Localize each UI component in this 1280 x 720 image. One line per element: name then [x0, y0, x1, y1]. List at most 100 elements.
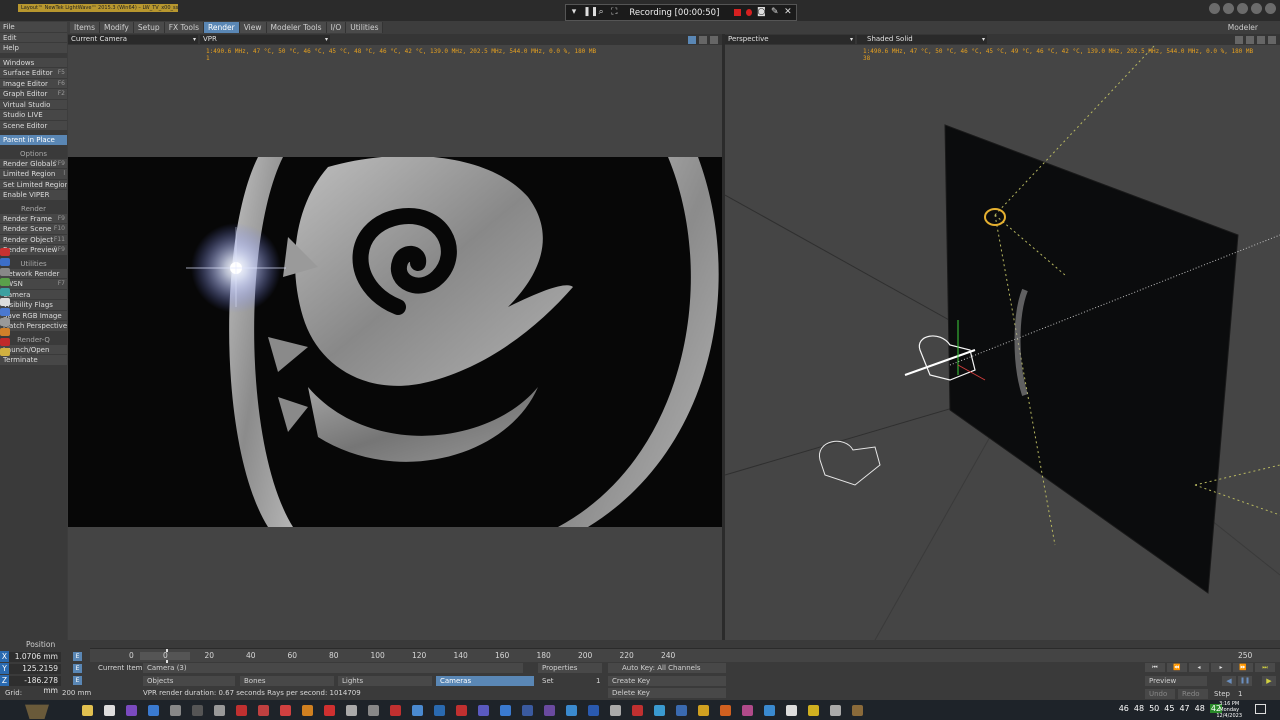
app-n-icon[interactable]: [104, 704, 115, 716]
tool-icon-teal[interactable]: [0, 288, 10, 296]
app-icon-5[interactable]: [214, 704, 225, 716]
settings-icon[interactable]: [1237, 3, 1248, 14]
go-start-icon[interactable]: ⏮: [1145, 663, 1165, 672]
delete-key-button[interactable]: Delete Key: [608, 688, 726, 698]
y-value-field[interactable]: 125.2159 mm: [9, 663, 61, 683]
tool-icon-red[interactable]: [0, 248, 10, 256]
tab-render[interactable]: Render: [204, 22, 240, 33]
pause-icon[interactable]: ❚❚: [583, 8, 598, 17]
tool-icon-blue2[interactable]: [0, 308, 10, 316]
step-value[interactable]: 1: [1238, 690, 1242, 698]
chevron-down-icon[interactable]: ▾: [570, 8, 578, 17]
tab-modify[interactable]: Modify: [99, 22, 134, 33]
app-icon-12[interactable]: [368, 704, 379, 716]
folder-icon[interactable]: [82, 704, 93, 716]
app-icon-20[interactable]: [544, 704, 555, 716]
pause-playback-icon[interactable]: ❚❚: [1238, 676, 1252, 686]
app-icon-17[interactable]: [478, 704, 489, 716]
app-icon-1[interactable]: [126, 704, 137, 716]
app-icon-34[interactable]: [852, 704, 863, 716]
app-icon-30[interactable]: [764, 704, 775, 716]
viewport-camera-icon[interactable]: [688, 35, 696, 44]
stop-record-icon[interactable]: [734, 9, 741, 16]
bones-button[interactable]: Bones: [240, 676, 334, 686]
tab-i-o[interactable]: I/O: [326, 22, 347, 33]
prev-key-icon[interactable]: ⏪: [1167, 663, 1187, 672]
go-end-icon[interactable]: ⏭: [1255, 663, 1275, 672]
close-icon[interactable]: ✕: [784, 8, 792, 17]
menu-item-render-scene[interactable]: Render Scene F10: [0, 224, 67, 235]
app-icon-25[interactable]: [654, 704, 665, 716]
menu-item-graph-editor[interactable]: Graph Editor F2: [0, 89, 67, 100]
parent-in-place-button[interactable]: Parent in Place: [0, 135, 67, 146]
menu-item-file[interactable]: File: [0, 22, 67, 33]
play-reverse-icon[interactable]: ◀: [1222, 676, 1236, 686]
menu-item-virtual-studio[interactable]: Virtual Studio: [0, 99, 67, 110]
tool-icon-red2[interactable]: [0, 338, 10, 346]
perspective-viewport[interactable]: [725, 45, 1280, 640]
minimize-icon[interactable]: [1209, 3, 1220, 14]
prev-frame-icon[interactable]: ◂: [1189, 663, 1209, 672]
app-icon-21[interactable]: [566, 704, 577, 716]
camera-select[interactable]: Current Camera: [68, 35, 198, 44]
app-icon-10[interactable]: [324, 704, 335, 716]
menu-item-set-limited-region[interactable]: Set Limited Region: [0, 179, 67, 190]
preview-select[interactable]: Preview: [1145, 676, 1207, 686]
tool-icon-blue[interactable]: [0, 258, 10, 266]
app-icon-14[interactable]: [412, 704, 423, 716]
undo-button[interactable]: Undo: [1145, 689, 1175, 699]
magnifier-icon[interactable]: ⌕: [597, 8, 605, 17]
tool-icon-yellow[interactable]: [0, 348, 10, 356]
app-icon-4[interactable]: [192, 704, 203, 716]
menu-item-enable-viper[interactable]: Enable VIPER: [0, 190, 67, 201]
notification-icon[interactable]: [1255, 704, 1266, 714]
y-envelope-button[interactable]: E: [73, 664, 82, 673]
app-icon-11[interactable]: [346, 704, 357, 716]
app-icon-32[interactable]: [808, 704, 819, 716]
lights-button[interactable]: Lights: [338, 676, 432, 686]
play-icon[interactable]: ▶: [1262, 676, 1276, 686]
menu-item-scene-editor[interactable]: Scene Editor: [0, 120, 67, 131]
app-icon-33[interactable]: [830, 704, 841, 716]
menu-item-render-globals[interactable]: Render Globals ^F9: [0, 158, 67, 169]
tool-icon-grey2[interactable]: [0, 318, 10, 326]
shading-select[interactable]: Shaded Solid: [857, 35, 987, 44]
menu-item-help[interactable]: Help: [0, 43, 67, 54]
render-mode-select[interactable]: VPR: [200, 35, 330, 44]
menu-item-windows[interactable]: Windows: [0, 57, 67, 68]
timeline-slider[interactable]: [90, 648, 1280, 663]
app-icon-3[interactable]: [170, 704, 181, 716]
record-icon[interactable]: [745, 9, 753, 16]
app-icon-24[interactable]: [632, 704, 643, 716]
menu-item-limited-region[interactable]: Limited Region l: [0, 169, 67, 180]
tab-modeler-tools[interactable]: Modeler Tools: [266, 22, 327, 33]
menu-item-edit[interactable]: Edit: [0, 32, 67, 43]
app-icon-28[interactable]: [720, 704, 731, 716]
app-icon-8[interactable]: [280, 704, 291, 716]
close-window-icon[interactable]: [1251, 3, 1262, 14]
system-clock[interactable]: 3:16 PM Monday 12/4/2023: [1216, 701, 1242, 719]
app-icon-15[interactable]: [434, 704, 445, 716]
pen-icon[interactable]: ✎: [771, 8, 779, 17]
cameras-button[interactable]: Cameras: [436, 676, 534, 686]
app-icon-23[interactable]: [610, 704, 621, 716]
viewport-max-icon[interactable]: [699, 35, 707, 44]
maximize-icon[interactable]: [1223, 3, 1234, 14]
objects-button[interactable]: Objects: [143, 676, 235, 686]
menu-item-studio-live[interactable]: Studio LIVE: [0, 110, 67, 121]
app-icon-19[interactable]: [522, 704, 533, 716]
app-icon-27[interactable]: [698, 704, 709, 716]
tab-setup[interactable]: Setup: [133, 22, 165, 33]
menu-item-render-object[interactable]: Render Object F11: [0, 234, 67, 245]
tab-items[interactable]: Items: [70, 22, 100, 33]
app-icon-13[interactable]: [390, 704, 401, 716]
next-frame-icon[interactable]: ▸: [1211, 663, 1231, 672]
properties-button[interactable]: Properties: [538, 663, 602, 673]
set-value[interactable]: 1: [596, 677, 600, 685]
app-icon-2[interactable]: [148, 704, 159, 716]
viewport-zoom-icon[interactable]: [1257, 35, 1265, 44]
tool-icon-white[interactable]: [0, 298, 10, 306]
tool-icon-grey[interactable]: [0, 268, 10, 276]
redo-button[interactable]: Redo: [1178, 689, 1208, 699]
current-item-select[interactable]: Camera (3): [143, 663, 523, 673]
